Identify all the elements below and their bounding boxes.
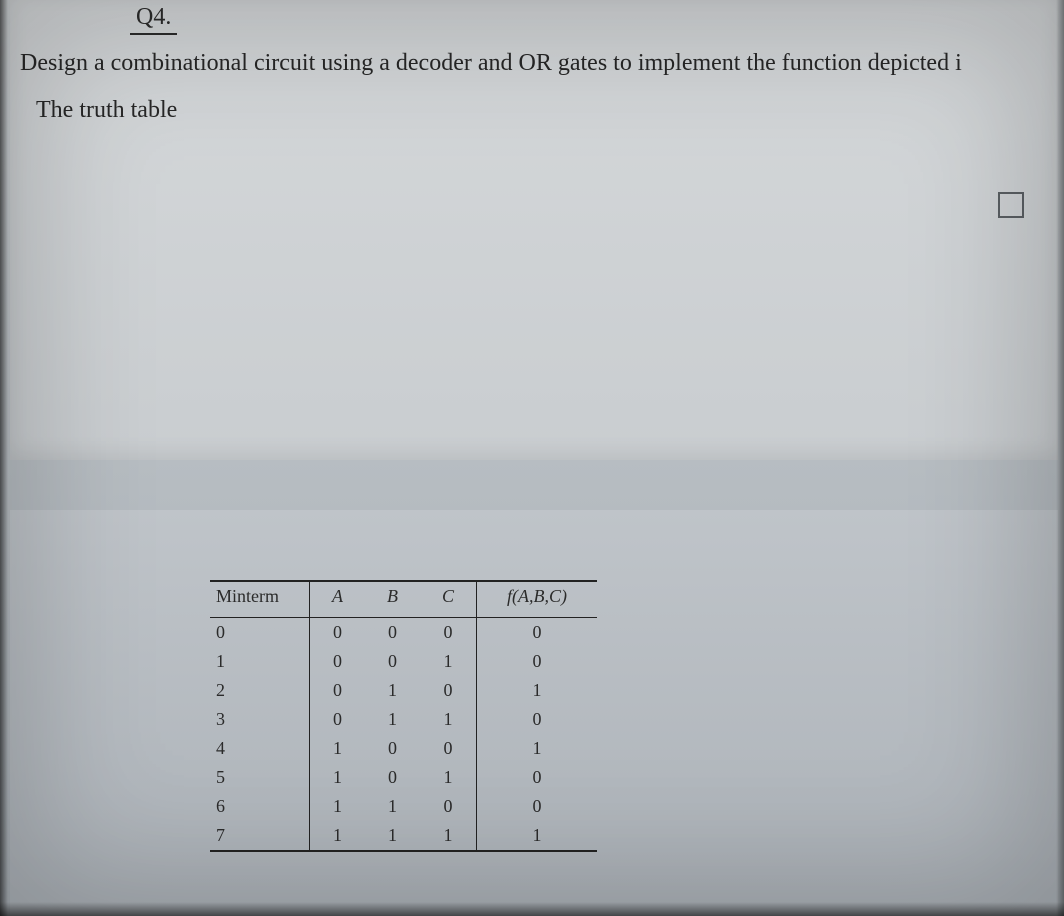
table-row: 4 1 0 0 1: [210, 734, 597, 763]
checkbox-icon: [998, 192, 1024, 218]
table-row: 5 1 0 1 0: [210, 763, 597, 792]
cell-a: 0: [310, 647, 366, 676]
photo-edge: [0, 0, 8, 916]
cell-minterm: 2: [210, 676, 310, 705]
cell-f: 0: [477, 618, 598, 648]
table-row: 2 0 1 0 1: [210, 676, 597, 705]
photo-edge: [0, 902, 1064, 916]
prompt-line: Design a combinational circuit using a d…: [20, 50, 962, 76]
cell-b: 0: [365, 618, 420, 648]
table-row: 6 1 1 0 0: [210, 792, 597, 821]
cell-c: 1: [420, 763, 477, 792]
cell-b: 1: [365, 676, 420, 705]
cell-b: 1: [365, 705, 420, 734]
cell-minterm: 7: [210, 821, 310, 851]
cell-c: 0: [420, 676, 477, 705]
cell-b: 0: [365, 763, 420, 792]
cell-f: 0: [477, 705, 598, 734]
cell-a: 1: [310, 792, 366, 821]
col-a: A: [310, 581, 366, 618]
question-number: Q4.: [130, 4, 177, 35]
table-panel: Minterm A B C f(A,B,C) 0 0 0 0 0 1 0: [10, 510, 1058, 916]
cell-minterm: 4: [210, 734, 310, 763]
cell-c: 1: [420, 821, 477, 851]
cell-c: 1: [420, 647, 477, 676]
cell-f: 1: [477, 676, 598, 705]
cell-minterm: 6: [210, 792, 310, 821]
truth-table: Minterm A B C f(A,B,C) 0 0 0 0 0 1 0: [210, 580, 597, 852]
cell-a: 1: [310, 821, 366, 851]
question-panel: Q4. Design a combinational circuit using…: [10, 0, 1058, 460]
cell-c: 0: [420, 734, 477, 763]
table-row: 0 0 0 0 0: [210, 618, 597, 648]
table-header-row: Minterm A B C f(A,B,C): [210, 581, 597, 618]
question-prompt: Design a combinational circuit using a d…: [20, 42, 1058, 132]
cell-minterm: 5: [210, 763, 310, 792]
cell-b: 0: [365, 734, 420, 763]
cell-b: 1: [365, 821, 420, 851]
cell-b: 1: [365, 792, 420, 821]
prompt-subhead: The truth table: [36, 89, 1058, 132]
col-c: C: [420, 581, 477, 618]
cell-f: 0: [477, 647, 598, 676]
cell-c: 1: [420, 705, 477, 734]
table-row: 3 0 1 1 0: [210, 705, 597, 734]
cell-a: 1: [310, 763, 366, 792]
cell-minterm: 1: [210, 647, 310, 676]
page: Q4. Design a combinational circuit using…: [0, 0, 1064, 916]
table-row: 1 0 0 1 0: [210, 647, 597, 676]
cell-b: 0: [365, 647, 420, 676]
table-row: 7 1 1 1 1: [210, 821, 597, 851]
cell-c: 0: [420, 618, 477, 648]
photo-edge: [1056, 0, 1064, 916]
cell-a: 0: [310, 676, 366, 705]
cell-f: 0: [477, 792, 598, 821]
cell-minterm: 3: [210, 705, 310, 734]
cell-minterm: 0: [210, 618, 310, 648]
cell-f: 1: [477, 734, 598, 763]
cell-c: 0: [420, 792, 477, 821]
cell-f: 1: [477, 821, 598, 851]
cell-f: 0: [477, 763, 598, 792]
col-minterm: Minterm: [210, 581, 310, 618]
cell-a: 0: [310, 618, 366, 648]
cell-a: 0: [310, 705, 366, 734]
cell-a: 1: [310, 734, 366, 763]
col-f: f(A,B,C): [477, 581, 598, 618]
col-b: B: [365, 581, 420, 618]
